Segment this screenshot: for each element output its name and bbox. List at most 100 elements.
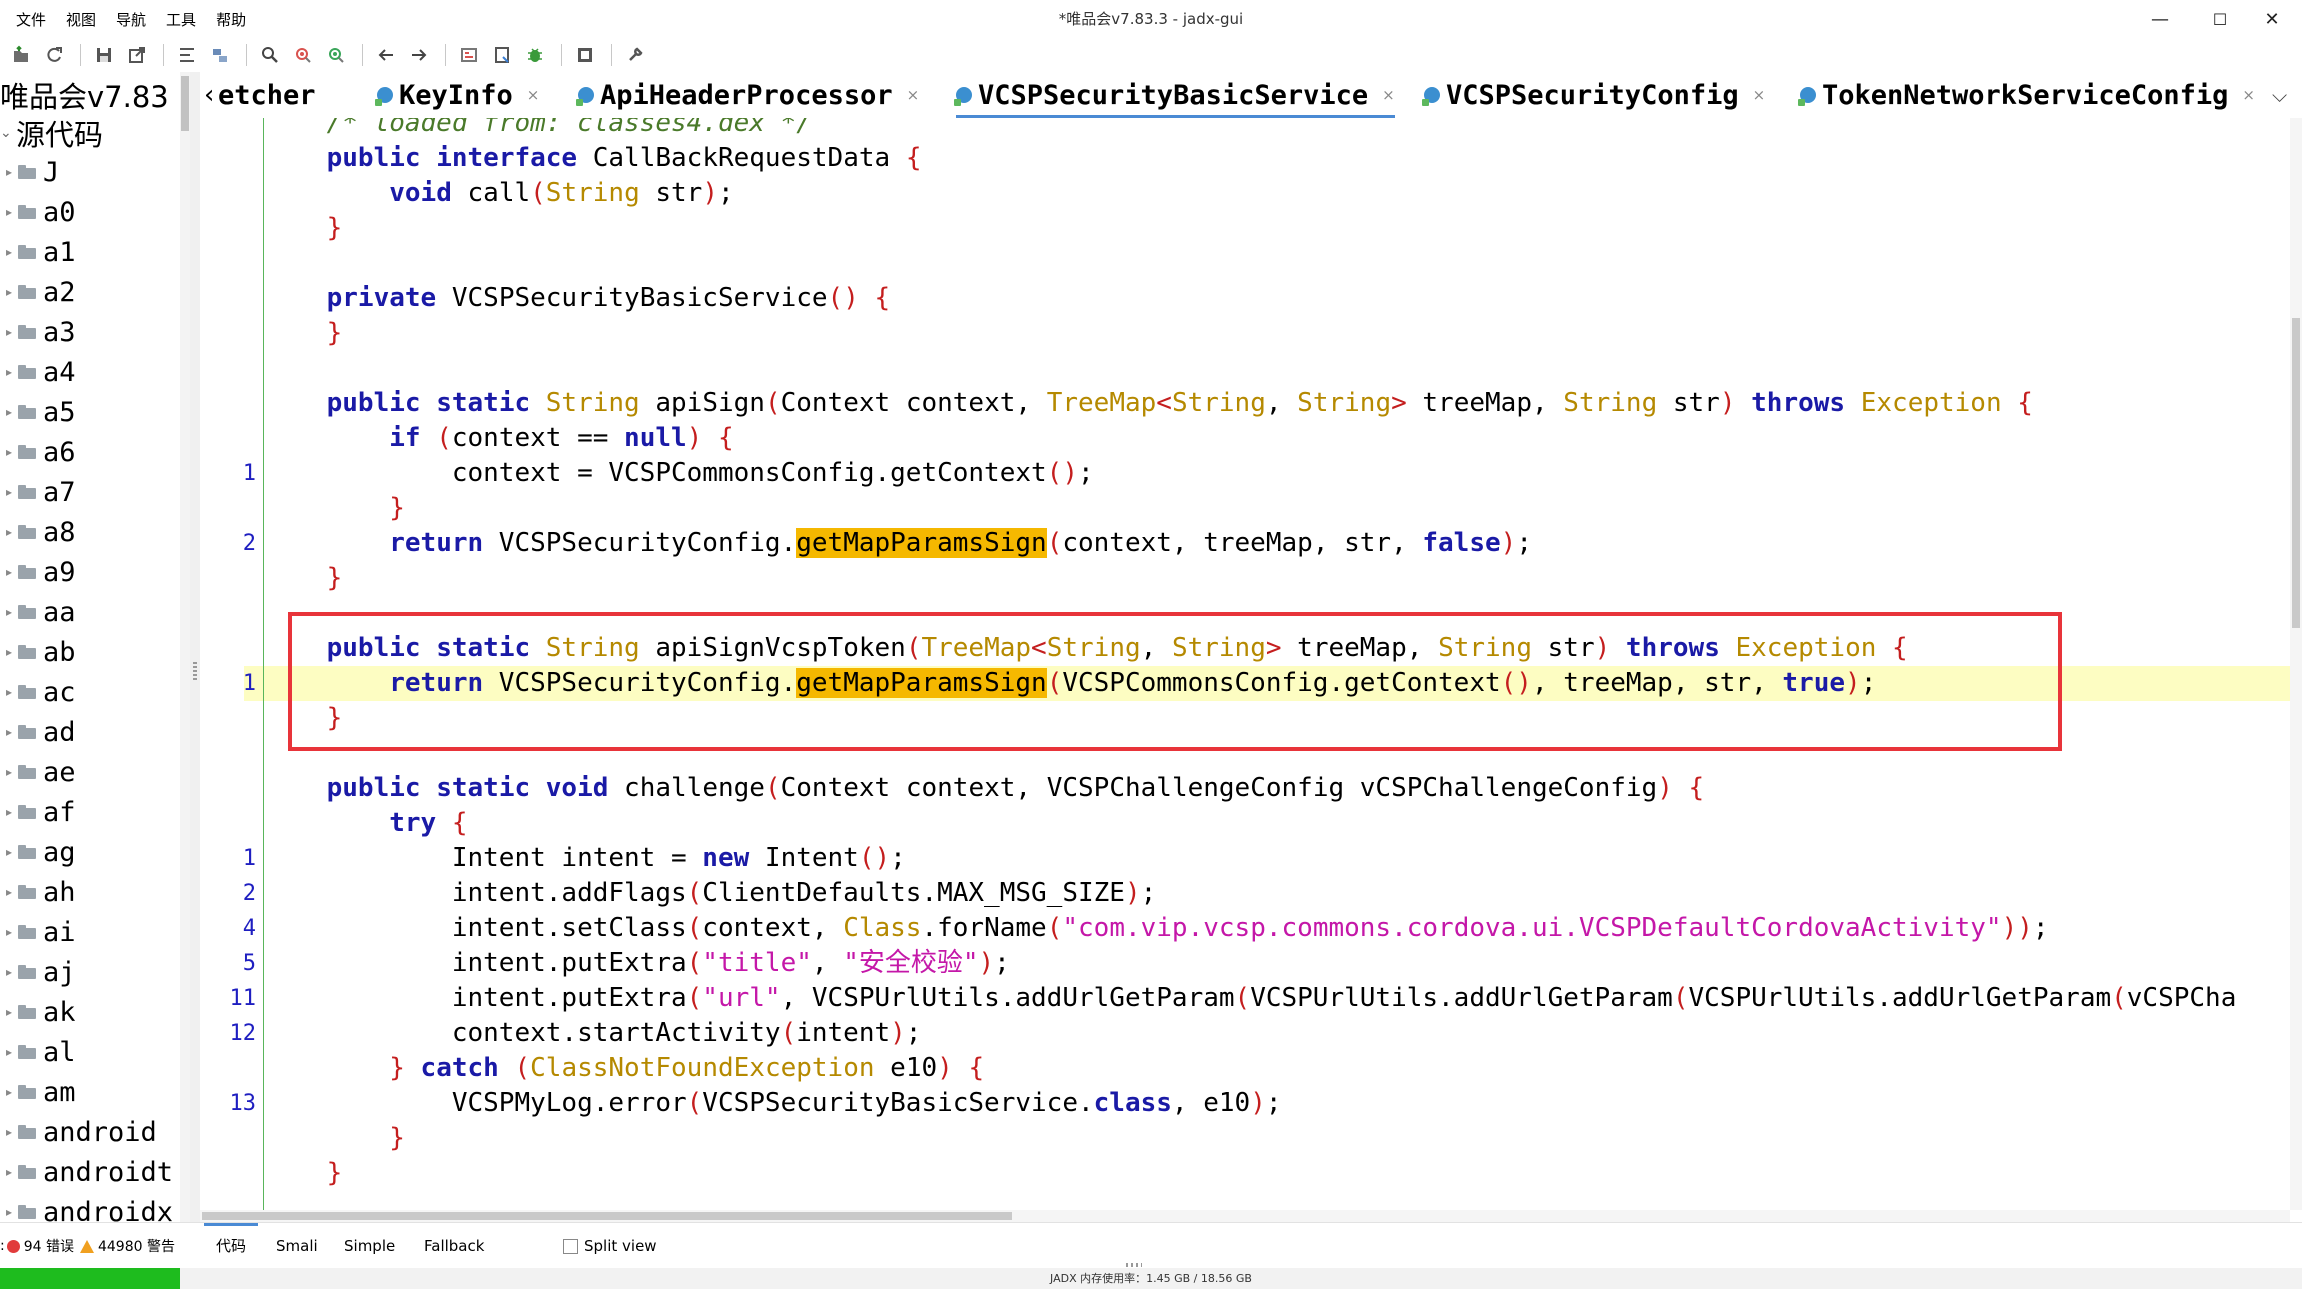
expand-toggle-icon[interactable]: ▸: [0, 805, 18, 819]
tree-item-androidx[interactable]: ▸ androidx: [0, 1192, 173, 1223]
tree-item-a1[interactable]: ▸ a1: [0, 232, 173, 272]
code-line[interactable]: if (context == null) {: [264, 421, 733, 456]
expand-toggle-icon[interactable]: ▸: [0, 965, 18, 979]
view-tab-simple[interactable]: Simple: [344, 1223, 395, 1269]
split-view-checkbox[interactable]: Split view: [563, 1223, 657, 1269]
code-line[interactable]: private VCSPSecurityBasicService() {: [264, 281, 891, 316]
expand-toggle-icon[interactable]: ▸: [0, 1125, 18, 1139]
tree-root-node[interactable]: 唯品会v7.83: [0, 74, 169, 116]
code-line[interactable]: } catch (ClassNotFoundException e10) {: [264, 1051, 984, 1086]
tab-ApiHeaderProcessor[interactable]: ApiHeaderProcessor ×: [576, 72, 920, 118]
debug-button[interactable]: [520, 41, 550, 69]
code-line[interactable]: intent.addFlags(ClientDefaults.MAX_MSG_S…: [264, 876, 1156, 911]
tree-scrollbar[interactable]: [180, 72, 190, 1222]
refresh-button[interactable]: [39, 41, 69, 69]
tree-item-a4[interactable]: ▸ a4: [0, 352, 173, 392]
tab-scroll-left-button[interactable]: ‹: [204, 72, 214, 118]
code-line[interactable]: try {: [264, 806, 467, 841]
tree-item-ae[interactable]: ▸ ae: [0, 752, 173, 792]
expand-toggle-icon[interactable]: ▸: [0, 845, 18, 859]
expand-toggle-icon[interactable]: ▸: [0, 165, 18, 179]
minimize-button[interactable]: —: [2130, 0, 2190, 38]
forward-button[interactable]: [404, 41, 434, 69]
save-button[interactable]: [89, 41, 119, 69]
tab-etcher[interactable]: etcher: [218, 72, 316, 118]
code-line[interactable]: void call(String str);: [264, 176, 733, 211]
code-line[interactable]: VCSPMyLog.error(VCSPSecurityBasicService…: [264, 1086, 1282, 1121]
expand-toggle-icon[interactable]: ▸: [0, 485, 18, 499]
expand-toggle-icon[interactable]: ▸: [0, 365, 18, 379]
editor-horizontal-scrollbar-thumb[interactable]: [202, 1212, 1012, 1220]
tab-VCSPSecurityConfig[interactable]: VCSPSecurityConfig ×: [1422, 72, 1765, 118]
tab-close-icon[interactable]: ×: [527, 86, 540, 104]
code-line[interactable]: context.startActivity(intent);: [264, 1016, 922, 1051]
expand-toggle-icon[interactable]: ⌄: [0, 125, 16, 141]
code-line[interactable]: }: [264, 1156, 343, 1191]
panel-splitter[interactable]: [190, 72, 200, 1222]
code-line[interactable]: }: [264, 211, 343, 246]
maximize-button[interactable]: ☐: [2190, 0, 2250, 38]
expand-toggle-icon[interactable]: ▸: [0, 1205, 18, 1219]
resize-grip-icon[interactable]: [1126, 1263, 1142, 1267]
sync-button[interactable]: [172, 41, 202, 69]
code-line[interactable]: intent.setClass(context, Class.forName("…: [264, 911, 2049, 946]
code-line[interactable]: intent.putExtra("title", "安全校验");: [264, 946, 1010, 981]
code-line[interactable]: /* loaded from: classes4.dex */: [264, 118, 812, 141]
expand-toggle-icon[interactable]: ▸: [0, 405, 18, 419]
editor-vertical-scrollbar[interactable]: [2290, 118, 2302, 1210]
menu-item-4[interactable]: 帮助: [208, 9, 258, 30]
code-line[interactable]: public static String apiSign(Context con…: [264, 386, 2033, 421]
tree-item-a8[interactable]: ▸ a8: [0, 512, 173, 552]
tree-item-al[interactable]: ▸ al: [0, 1032, 173, 1072]
settings-button[interactable]: [620, 41, 650, 69]
code-line[interactable]: }: [264, 491, 405, 526]
expand-toggle-icon[interactable]: ▸: [0, 1005, 18, 1019]
code-line[interactable]: }: [264, 1121, 405, 1156]
expand-toggle-icon[interactable]: ▸: [0, 1045, 18, 1059]
expand-toggle-icon[interactable]: ▸: [0, 645, 18, 659]
open-file-button[interactable]: [6, 41, 36, 69]
tree-item-ag[interactable]: ▸ ag: [0, 832, 173, 872]
find-class-button[interactable]: [288, 41, 318, 69]
tree-item-ah[interactable]: ▸ ah: [0, 872, 173, 912]
tab-VCSPSecurityBasicService[interactable]: VCSPSecurityBasicService ×: [954, 72, 1395, 118]
menu-item-2[interactable]: 导航: [108, 9, 158, 30]
code-line[interactable]: return VCSPSecurityConfig.getMapParamsSi…: [264, 526, 1532, 561]
expand-toggle-icon[interactable]: ▸: [0, 445, 18, 459]
tree-item-J[interactable]: ▸ J: [0, 152, 173, 192]
expand-toggle-icon[interactable]: ▸: [0, 205, 18, 219]
close-window-button[interactable]: ✕: [2242, 0, 2302, 38]
checkbox-icon[interactable]: [563, 1238, 578, 1254]
export-button[interactable]: [122, 41, 152, 69]
expand-toggle-icon[interactable]: ▸: [0, 605, 18, 619]
log-button[interactable]: [570, 41, 600, 69]
tree-item-a3[interactable]: ▸ a3: [0, 312, 173, 352]
code-line[interactable]: intent.putExtra("url", VCSPUrlUtils.addU…: [264, 981, 2237, 1016]
editor-horizontal-scrollbar[interactable]: [200, 1210, 2290, 1222]
tree-scrollbar-thumb[interactable]: [181, 76, 189, 131]
tree-item-am[interactable]: ▸ am: [0, 1072, 173, 1112]
tab-KeyInfo[interactable]: KeyInfo ×: [375, 72, 540, 118]
code-line[interactable]: public interface CallBackRequestData {: [264, 141, 922, 176]
view-tab-code[interactable]: 代码: [203, 1223, 259, 1269]
issues-status[interactable]: : 94 错误 44980 警告: [0, 1223, 175, 1269]
expand-toggle-icon[interactable]: ▸: [0, 1165, 18, 1179]
expand-toggle-icon[interactable]: ▸: [0, 885, 18, 899]
tree-item-ak[interactable]: ▸ ak: [0, 992, 173, 1032]
expand-toggle-icon[interactable]: ▸: [0, 685, 18, 699]
tab-close-icon[interactable]: ×: [907, 86, 920, 104]
tab-close-icon[interactable]: ×: [2242, 86, 2255, 104]
expand-toggle-icon[interactable]: ▸: [0, 525, 18, 539]
expand-toggle-icon[interactable]: ▸: [0, 325, 18, 339]
project-tree[interactable]: 唯品会v7.83 ⌄ 源代码 ▸ J ▸ a0 ▸ a1 ▸ a2 ▸ a3 ▸ a4 ▸ a5 ▸ a6 ▸ a…: [0, 72, 190, 1222]
tree-item-aa[interactable]: ▸ aa: [0, 592, 173, 632]
tab-close-icon[interactable]: ×: [1382, 86, 1395, 104]
expand-toggle-icon[interactable]: ▸: [0, 285, 18, 299]
tree-item-a6[interactable]: ▸ a6: [0, 432, 173, 472]
menu-item-3[interactable]: 工具: [158, 9, 208, 30]
code-line[interactable]: public static void challenge(Context con…: [264, 771, 1705, 806]
code-line[interactable]: }: [264, 561, 343, 596]
editor-vertical-scrollbar-thumb[interactable]: [2292, 318, 2300, 628]
tree-item-a0[interactable]: ▸ a0: [0, 192, 173, 232]
tree-item-ab[interactable]: ▸ ab: [0, 632, 173, 672]
